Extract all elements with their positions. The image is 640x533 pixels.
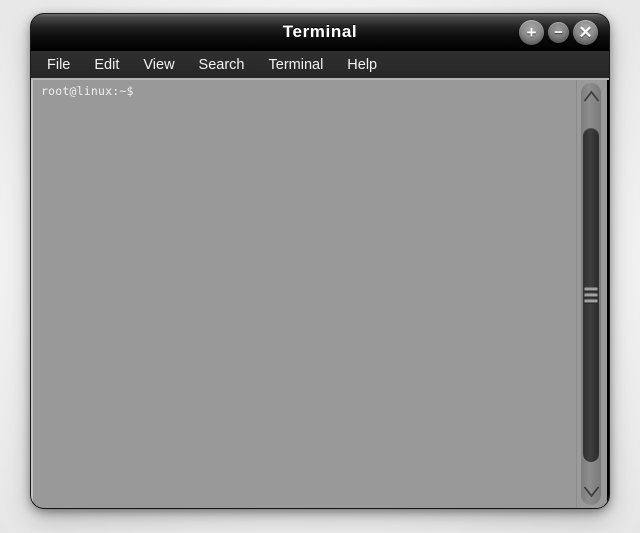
menubar: File Edit View Search Terminal Help — [31, 51, 609, 80]
terminal-window: Terminal + − ✕ File Edit View Search Ter… — [31, 14, 609, 508]
minus-icon: − — [554, 24, 563, 41]
minimize-button[interactable]: − — [548, 22, 569, 43]
chevron-down-icon — [583, 486, 599, 498]
menu-item-terminal[interactable]: Terminal — [269, 57, 324, 73]
close-icon: ✕ — [578, 23, 593, 42]
terminal-content-area[interactable]: root@linux:~$ — [31, 80, 609, 508]
vertical-scrollbar[interactable] — [576, 80, 605, 508]
scroll-down-button[interactable] — [581, 479, 601, 505]
chevron-up-icon — [583, 90, 599, 102]
vertical-grip-icon — [584, 287, 598, 303]
terminal-prompt-line: root@linux:~$ — [41, 84, 134, 98]
window-controls: + − ✕ — [519, 20, 598, 45]
menu-item-search[interactable]: Search — [199, 57, 245, 73]
menu-item-view[interactable]: View — [143, 57, 174, 73]
menu-item-help[interactable]: Help — [347, 57, 377, 73]
menu-item-file[interactable]: File — [47, 57, 70, 73]
window-titlebar[interactable]: Terminal + − ✕ — [31, 14, 609, 51]
scroll-up-button[interactable] — [581, 83, 601, 109]
desktop-background: Terminal + − ✕ File Edit View Search Ter… — [0, 0, 640, 533]
menu-item-edit[interactable]: Edit — [94, 57, 119, 73]
maximize-button[interactable]: + — [519, 20, 544, 45]
close-button[interactable]: ✕ — [573, 20, 598, 45]
vertical-scrollbar-thumb[interactable] — [583, 128, 599, 462]
plus-icon: + — [526, 23, 537, 42]
